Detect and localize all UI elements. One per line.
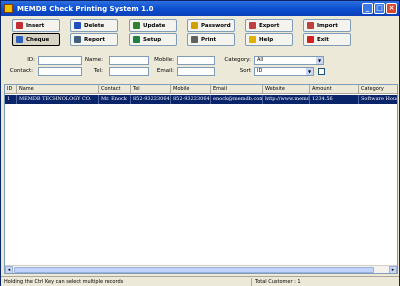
email-label: Email: (156, 68, 174, 74)
email-field[interactable] (177, 67, 215, 76)
export-button[interactable]: Export (245, 19, 293, 32)
mobile-field[interactable] (177, 56, 215, 65)
tel-field[interactable] (109, 67, 149, 76)
column-header-tel[interactable]: Tel (131, 85, 171, 94)
report-icon (74, 36, 81, 43)
table-row[interactable]: 1 MEMDB TECHNOLOGY CO. Mr. Enock 852-932230… (5, 95, 397, 104)
status-bar: Holding the Ctrl Key can select multiple… (1, 276, 399, 286)
sort-label: Sort (239, 68, 251, 74)
table-cell: 1234.56 (310, 95, 359, 104)
table-cell: http://www.memdb (265, 95, 310, 104)
table-cell: Software House (361, 96, 398, 102)
update-button[interactable]: Update (129, 19, 177, 32)
horizontal-scrollbar[interactable]: ◂ ▸ (5, 265, 397, 273)
column-header-email[interactable]: Email (211, 85, 263, 94)
table-header: ID Name Contact Tel Mobile Email Website Amount… (5, 85, 397, 94)
table-cell: enock@memdb.com (213, 95, 263, 104)
sort-value: ID (257, 68, 263, 74)
close-button[interactable]: × (386, 3, 397, 14)
minimize-button[interactable]: _ (362, 3, 373, 14)
app-icon (4, 4, 13, 13)
sort-descending-checkbox[interactable] (318, 68, 325, 75)
name-field[interactable] (109, 56, 149, 65)
app-window: MEMDB Check Printing System 1.0 _ □ × In… (0, 0, 400, 286)
category-value: All (257, 57, 264, 63)
help-button-label: Help (259, 36, 274, 43)
exit-button-label: Exit (317, 36, 329, 43)
import-icon (307, 22, 314, 29)
key-icon (191, 22, 198, 29)
password-button-label: Password (201, 22, 231, 29)
table-cell: MEMDB TECHNOLOGY CO. (17, 95, 99, 104)
update-button-label: Update (143, 22, 166, 29)
mobile-label: Mobile: (154, 57, 174, 63)
name-label: Name: (84, 57, 103, 63)
scroll-left-icon[interactable]: ◂ (5, 266, 13, 273)
import-button-label: Import (317, 22, 338, 29)
import-button[interactable]: Import (303, 19, 351, 32)
delete-button[interactable]: Delete (70, 19, 118, 32)
table-cell: 1 (5, 95, 17, 104)
id-label: ID: (27, 57, 35, 63)
report-button-label: Report (84, 36, 106, 43)
toolbar: Insert Delete Update Password Export Import Ch… (4, 18, 396, 48)
scroll-thumb[interactable] (14, 267, 374, 273)
delete-icon (74, 22, 81, 29)
delete-button-label: Delete (84, 22, 105, 29)
export-icon (249, 22, 256, 29)
exit-button[interactable]: Exit (303, 33, 351, 46)
update-icon (133, 22, 140, 29)
column-header-name[interactable]: Name (17, 85, 99, 94)
column-header-contact[interactable]: Contact (99, 85, 131, 94)
cheque-icon (16, 36, 23, 43)
customer-table[interactable]: ID Name Contact Tel Mobile Email Website Amount… (4, 84, 398, 274)
column-header-category[interactable]: Category (359, 85, 397, 94)
setup-icon (133, 36, 140, 43)
table-cell: 852-93223064 (133, 95, 171, 104)
column-header-mobile[interactable]: Mobile (171, 85, 211, 94)
exit-icon (307, 36, 314, 43)
maximize-button[interactable]: □ (374, 3, 385, 14)
chevron-down-icon[interactable]: ▼ (316, 57, 323, 64)
filter-panel: ID: Name: Mobile: Category: All ▼ Contac… (1, 51, 399, 83)
setup-button[interactable]: Setup (129, 33, 177, 46)
report-button[interactable]: Report (70, 33, 118, 46)
cheque-button-label: Cheque (26, 36, 50, 43)
status-total: Total Customer : 1 (255, 279, 301, 285)
sort-select[interactable]: ID ▼ (254, 67, 314, 76)
window-title: MEMDB Check Printing System 1.0 (17, 4, 154, 13)
category-label: Category: (224, 57, 251, 63)
print-icon (191, 36, 198, 43)
table-cell: 852-93223064 (173, 95, 211, 104)
help-icon (249, 36, 256, 43)
chevron-down-icon[interactable]: ▼ (306, 68, 313, 75)
title-bar: MEMDB Check Printing System 1.0 _ □ × (1, 1, 399, 16)
column-header-id[interactable]: ID (5, 85, 17, 94)
cheque-button[interactable]: Cheque (12, 33, 60, 46)
insert-icon (16, 22, 23, 29)
print-button-label: Print (201, 36, 217, 43)
setup-button-label: Setup (143, 36, 162, 43)
category-select[interactable]: All ▼ (254, 56, 324, 65)
password-button[interactable]: Password (187, 19, 235, 32)
contact-label: Contact: (9, 68, 33, 74)
insert-button-label: Insert (26, 22, 45, 29)
column-header-amount[interactable]: Amount (310, 85, 359, 94)
insert-button[interactable]: Insert (12, 19, 60, 32)
export-button-label: Export (259, 22, 280, 29)
help-button[interactable]: Help (245, 33, 293, 46)
tel-label: Tel: (93, 68, 103, 74)
scroll-right-icon[interactable]: ▸ (389, 266, 397, 273)
table-cell: Mr. Enock (99, 95, 131, 104)
print-button[interactable]: Print (187, 33, 235, 46)
status-hint: Holding the Ctrl Key can select multiple… (4, 279, 124, 285)
column-header-website[interactable]: Website (263, 85, 310, 94)
